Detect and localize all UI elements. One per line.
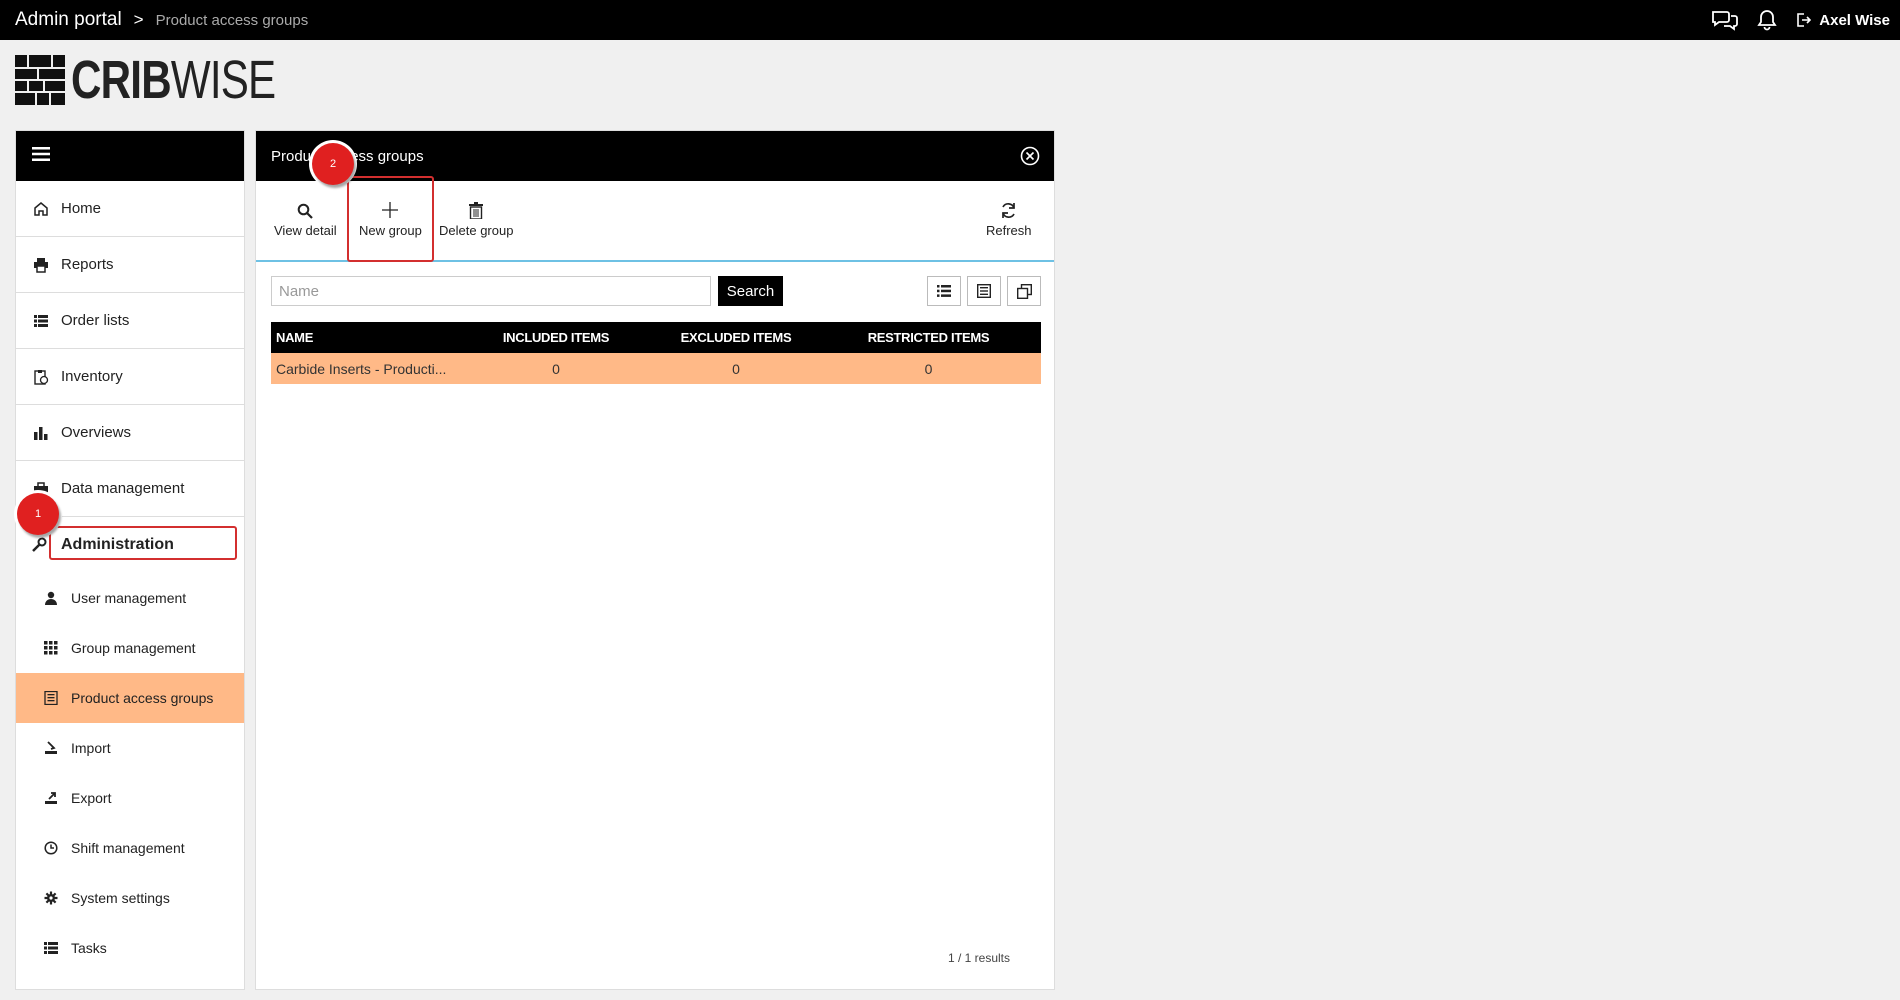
list-view-button[interactable] xyxy=(927,276,961,306)
sidebar-subitem-system-settings[interactable]: System settings xyxy=(16,873,244,923)
logo-wordmark: CRIBWISE xyxy=(71,50,276,110)
sidebar-subitem-label: Shift management xyxy=(71,840,185,856)
cell-excluded-items: 0 xyxy=(732,360,740,377)
step-badge-1: 1 xyxy=(17,493,59,535)
detail-view-icon xyxy=(977,284,991,298)
user-icon xyxy=(41,591,61,605)
sidebar-subitem-import[interactable]: Import xyxy=(16,723,244,773)
panel-header: Product access groups xyxy=(256,131,1054,181)
sidebar-subitem-label: Group management xyxy=(71,640,196,656)
chat-icon[interactable] xyxy=(1711,9,1739,31)
logout-icon[interactable] xyxy=(1795,12,1812,28)
trash-icon xyxy=(469,197,484,219)
refresh-label: Refresh xyxy=(986,223,1032,238)
search-row: Search xyxy=(271,276,1041,306)
copy-view-button[interactable] xyxy=(1007,276,1041,306)
refresh-icon xyxy=(1000,197,1017,219)
sidebar-subitem-group-management[interactable]: Group management xyxy=(16,623,244,673)
groups-table: NAME INCLUDED ITEMS EXCLUDED ITEMS RESTR… xyxy=(271,322,1041,384)
sidebar-subitem-label: System settings xyxy=(71,890,170,906)
sidebar-item-label: Order lists xyxy=(61,312,130,329)
view-detail-button[interactable]: View detail xyxy=(274,197,337,238)
sidebar-item-order-lists[interactable]: Order lists xyxy=(16,293,244,349)
bar-chart-icon xyxy=(31,425,51,441)
hamburger-menu-icon[interactable] xyxy=(32,146,50,167)
logo-mark-icon xyxy=(15,55,65,105)
sidebar-item-overviews[interactable]: Overviews xyxy=(16,405,244,461)
list-icon xyxy=(31,313,51,329)
delete-group-label: Delete group xyxy=(439,223,514,238)
sidebar-item-label: Inventory xyxy=(61,368,123,385)
clipboard-clock-icon xyxy=(31,369,51,385)
callout-highlight-new-group xyxy=(347,176,434,262)
export-icon xyxy=(41,791,61,805)
grid-icon xyxy=(41,641,61,655)
sidebar-item-label: Data management xyxy=(61,480,185,497)
cell-name: Carbide Inserts - Producti... xyxy=(276,360,447,377)
user-menu[interactable]: Axel Wise xyxy=(1795,12,1890,29)
import-icon xyxy=(41,741,61,755)
sidebar-item-label: Home xyxy=(61,200,102,217)
column-header-name[interactable]: NAME xyxy=(271,330,471,345)
cribwise-logo: CRIBWISE xyxy=(15,50,333,110)
delete-group-button[interactable]: Delete group xyxy=(439,197,513,238)
results-count: 1 / 1 results xyxy=(947,951,1010,965)
task-list-icon xyxy=(41,941,61,955)
search-button[interactable]: Search xyxy=(718,276,783,306)
sidebar-item-reports[interactable]: Reports xyxy=(16,237,244,293)
user-name: Axel Wise xyxy=(1819,11,1890,29)
column-header-excluded-items[interactable]: EXCLUDED ITEMS xyxy=(641,330,831,345)
sidebar-item-inventory[interactable]: Inventory xyxy=(16,349,244,405)
home-icon xyxy=(31,201,51,217)
printer-icon xyxy=(31,257,51,273)
breadcrumb-separator: > xyxy=(133,10,144,29)
sidebar-subitem-user-management[interactable]: User management xyxy=(16,573,244,623)
sidebar-subitem-shift-management[interactable]: Shift management xyxy=(16,823,244,873)
name-search-input[interactable] xyxy=(271,276,711,306)
sidebar-subitem-label: Import xyxy=(71,740,111,756)
bell-icon[interactable] xyxy=(1757,9,1777,31)
cell-restricted-items: 0 xyxy=(924,360,933,377)
sidebar-item-label: Overviews xyxy=(61,424,132,441)
close-icon[interactable] xyxy=(1020,146,1040,170)
sidebar-subitem-tasks[interactable]: Tasks xyxy=(16,923,244,973)
sidebar-item-label: Reports xyxy=(61,256,114,273)
list-view-icon xyxy=(937,285,951,297)
sidebar-subitem-label: Export xyxy=(71,790,112,806)
column-header-restricted-items[interactable]: RESTRICTED ITEMS xyxy=(831,330,1026,345)
refresh-button[interactable]: Refresh xyxy=(986,197,1032,238)
document-list-icon xyxy=(41,691,61,705)
search-icon xyxy=(297,197,314,219)
sidebar-subitem-product-access-groups[interactable]: Product access groups xyxy=(16,673,244,723)
sidebar-subitem-label: Product access groups xyxy=(71,690,214,706)
breadcrumb: Admin portal > Product access groups xyxy=(15,0,308,40)
clock-icon xyxy=(41,841,61,855)
table-header: NAME INCLUDED ITEMS EXCLUDED ITEMS RESTR… xyxy=(271,322,1041,353)
wrench-icon xyxy=(31,537,51,553)
breadcrumb-home[interactable]: Admin portal xyxy=(15,9,122,31)
gear-icon xyxy=(41,891,61,905)
step-badge-2: 2 xyxy=(312,143,354,185)
detail-view-button[interactable] xyxy=(967,276,1001,306)
sidebar-subitem-label: User management xyxy=(71,590,187,606)
cell-included-items: 0 xyxy=(552,360,560,377)
column-header-included-items[interactable]: INCLUDED ITEMS xyxy=(471,330,641,345)
view-detail-label: View detail xyxy=(274,223,337,238)
callout-highlight-administration xyxy=(49,526,237,560)
breadcrumb-current: Product access groups xyxy=(155,11,309,29)
copy-icon xyxy=(1016,283,1032,299)
top-bar: Admin portal > Product access groups Axe… xyxy=(0,0,1900,40)
sidebar-header xyxy=(16,131,244,181)
sidebar: Home Reports Order lists Inventory Overv… xyxy=(15,130,245,990)
sidebar-subitem-export[interactable]: Export xyxy=(16,773,244,823)
sidebar-subitem-label: Tasks xyxy=(71,940,107,956)
table-row[interactable]: Carbide Inserts - Producti... 0 0 0 xyxy=(271,353,1041,384)
sidebar-item-home[interactable]: Home xyxy=(16,181,244,237)
